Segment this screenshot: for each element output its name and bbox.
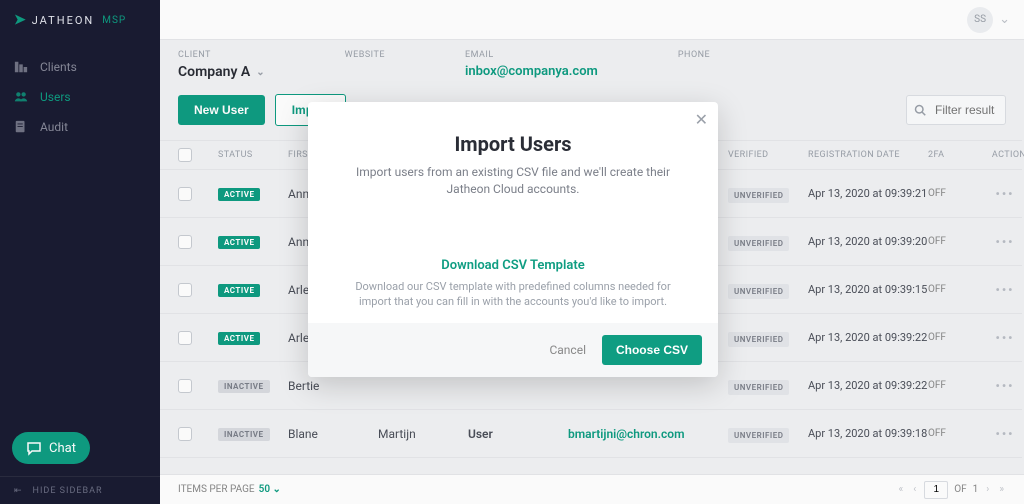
- modal-body: Import Users Import users from an existi…: [308, 102, 718, 323]
- modal-footer: Cancel Choose CSV: [308, 323, 718, 377]
- cancel-button[interactable]: Cancel: [549, 343, 586, 357]
- download-template-desc: Download our CSV template with predefine…: [338, 279, 688, 310]
- close-icon[interactable]: ✕: [695, 110, 708, 129]
- download-template-link[interactable]: Download CSV Template: [338, 258, 688, 273]
- choose-csv-button[interactable]: Choose CSV: [602, 335, 702, 365]
- modal-subtitle: Import users from an existing CSV file a…: [338, 164, 688, 198]
- import-users-modal: ✕ Import Users Import users from an exis…: [308, 102, 718, 377]
- modal-title: Import Users: [338, 132, 688, 156]
